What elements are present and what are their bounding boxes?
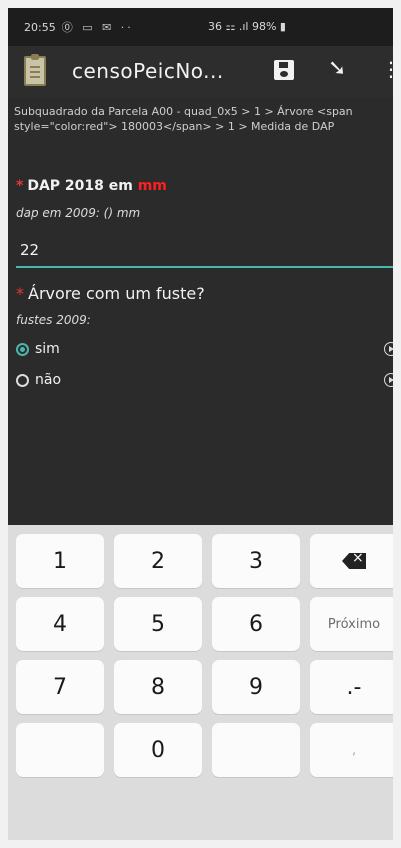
app-toolbar: censoPeicNo... ➘ ⋮: [8, 46, 393, 98]
save-icon[interactable]: [274, 60, 294, 80]
question-dap-unit: mm: [137, 178, 167, 194]
notification-icons: ⓪ ▭ ✉ ··: [61, 21, 134, 34]
key-7[interactable]: 7: [16, 660, 104, 714]
dot-minus-key[interactable]: .-: [310, 660, 393, 714]
required-marker: *: [16, 178, 24, 194]
status-bar: 20:55 ⓪ ▭ ✉ ·· 36 ⚏ .ıl 98% ▮: [8, 8, 393, 46]
radio-selected-icon[interactable]: [16, 342, 29, 356]
jump-arrow-icon[interactable]: ➘: [328, 56, 346, 81]
key-0[interactable]: 0: [114, 723, 202, 777]
key-6[interactable]: 6: [212, 597, 300, 651]
key-4[interactable]: 4: [16, 597, 104, 651]
question-stem-text: Árvore com um fuste?: [28, 284, 205, 303]
key-3[interactable]: 3: [212, 534, 300, 588]
key-8[interactable]: 8: [114, 660, 202, 714]
dap-input[interactable]: [16, 236, 393, 264]
comma-key[interactable]: ,: [310, 723, 393, 777]
question-dap-text: DAP 2018 em: [27, 178, 133, 194]
play-audio-icon[interactable]: [384, 342, 393, 356]
radio-unselected-icon[interactable]: [16, 373, 29, 387]
blank-key[interactable]: [16, 723, 104, 777]
backspace-key[interactable]: [310, 534, 393, 588]
key-1[interactable]: 1: [16, 534, 104, 588]
required-marker: *: [16, 284, 24, 303]
numeric-keyboard: 1 2 3 4 5 6 Próximo 7 8 9 .- 0 ,: [8, 525, 393, 840]
next-key[interactable]: Próximo: [310, 597, 393, 651]
phone-screen: 20:55 ⓪ ▭ ✉ ·· 36 ⚏ .ıl 98% ▮ censoPeicN…: [8, 8, 393, 840]
key-5[interactable]: 5: [114, 597, 202, 651]
question-stem-label: * Árvore com um fuste?: [16, 284, 205, 303]
clipboard-icon: [24, 54, 46, 86]
option-nao[interactable]: não: [16, 367, 393, 393]
key-2[interactable]: 2: [114, 534, 202, 588]
key-9[interactable]: 9: [212, 660, 300, 714]
backspace-icon: [342, 553, 366, 569]
dap-input-container: [16, 236, 393, 268]
system-status: 36 ⚏ .ıl 98% ▮: [208, 20, 286, 33]
question-dap-label: * DAP 2018 em mm: [16, 178, 167, 194]
option-label: não: [35, 372, 62, 388]
more-vert-icon[interactable]: ⋮: [381, 57, 393, 81]
question-dap-hint: dap em 2009: () mm: [16, 206, 141, 220]
app-title: censoPeicNo...: [72, 59, 224, 83]
option-label: sim: [35, 341, 60, 357]
breadcrumb: Subquadrado da Parcela A00 - quad_0x5 > …: [14, 105, 353, 133]
question-stem-hint: fustes 2009:: [16, 313, 91, 327]
play-audio-icon[interactable]: [384, 373, 393, 387]
status-time: 20:55: [24, 20, 56, 34]
blank-key[interactable]: [212, 723, 300, 777]
option-sim[interactable]: sim: [16, 336, 393, 362]
